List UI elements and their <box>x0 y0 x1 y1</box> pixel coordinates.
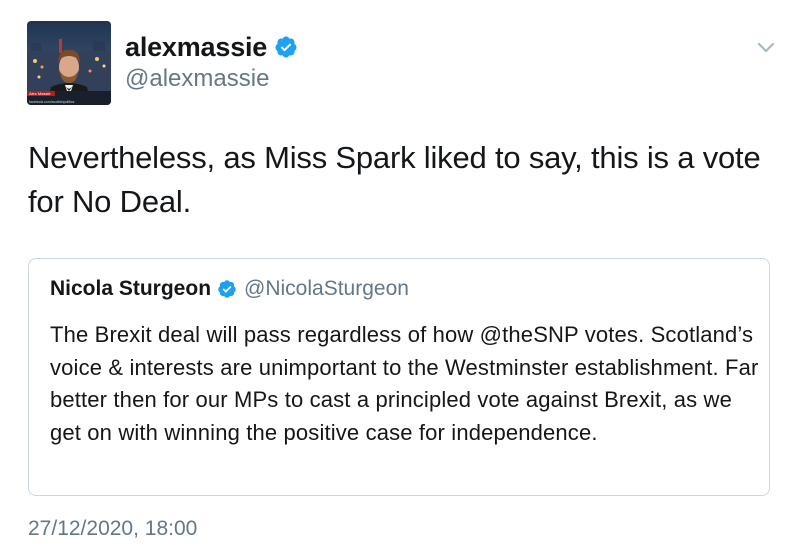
chevron-down-icon[interactable] <box>756 40 776 54</box>
verified-badge-icon <box>218 280 236 298</box>
avatar[interactable]: Alex Massie facebook.com/scottishpolitic… <box>27 21 111 105</box>
author-block: alexmassie @alexmassie <box>125 30 298 93</box>
quoted-tweet[interactable]: Nicola Sturgeon @NicolaSturgeon The Brex… <box>28 258 770 496</box>
quoted-tweet-text: The Brexit deal will pass regardless of … <box>50 322 759 445</box>
avatar-subcaption: facebook.com/scottishpolitics <box>29 100 75 104</box>
avatar-caption: Alex Massie <box>29 91 51 96</box>
quoted-tweet-header: Nicola Sturgeon @NicolaSturgeon <box>50 277 409 301</box>
verified-badge-icon <box>275 36 297 58</box>
quoted-author-display-name: Nicola Sturgeon <box>50 277 212 300</box>
author-display-name[interactable]: alexmassie <box>125 32 267 63</box>
quoted-author-handle: @NicolaSturgeon <box>244 277 409 300</box>
tweet-timestamp[interactable]: 27/12/2020, 18:00 <box>28 517 197 541</box>
display-name-row: alexmassie <box>125 30 298 64</box>
author-handle[interactable]: @alexmassie <box>125 65 298 93</box>
tweet-text: Nevertheless, as Miss Spark liked to say… <box>28 140 761 219</box>
avatar-image: Alex Massie facebook.com/scottishpolitic… <box>27 21 111 105</box>
tweet-card: Alex Massie facebook.com/scottishpolitic… <box>0 0 800 553</box>
